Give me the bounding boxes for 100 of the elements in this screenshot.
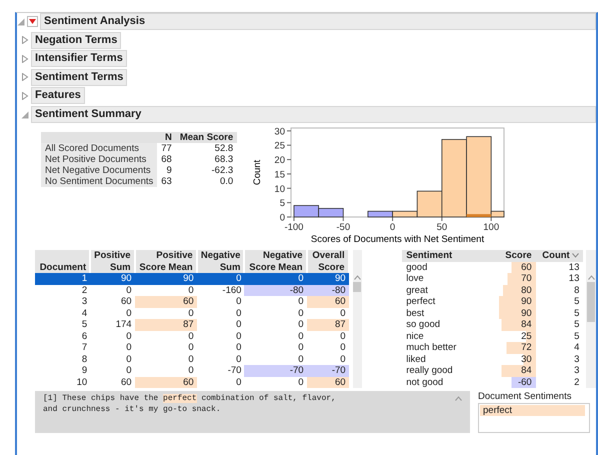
column-header[interactable]: Positive Score Mean [134, 250, 197, 273]
term-cell-text: love [405, 273, 425, 284]
table-cell: -70 [244, 365, 307, 376]
expand-icon[interactable] [21, 36, 29, 44]
table-cell: 77 [157, 143, 176, 154]
collapse-icon[interactable] [17, 18, 25, 26]
column-header[interactable]: Negative Sum [196, 250, 244, 273]
table-cell: 5 [536, 296, 584, 308]
report-title[interactable]: Sentiment Analysis [40, 13, 596, 30]
column-header[interactable]: Document [35, 250, 90, 273]
table-cell-text: 0 [297, 308, 305, 319]
table-cell: 52.8 [176, 143, 238, 154]
table-cell: 90 [134, 273, 197, 284]
caret-up-icon[interactable] [588, 275, 595, 280]
table-cell: -70 [306, 365, 349, 376]
row-label: No Sentiment Documents [41, 176, 158, 187]
table-cell-text: 0 [187, 354, 195, 365]
expand-icon[interactable] [21, 73, 29, 81]
tick-label: 0 [280, 212, 286, 224]
axis-label: Count [252, 160, 264, 186]
scrollbar[interactable] [586, 250, 596, 388]
table-row[interactable]: 10 60 60 0 0 60 [35, 376, 349, 388]
table-cell: 1 [35, 273, 90, 284]
table-cell-text: 6 [80, 330, 88, 342]
table-row[interactable]: 5 174 87 0 0 87 [35, 319, 349, 330]
table-cell: -160 [196, 284, 244, 296]
collapse-icon[interactable] [21, 110, 29, 118]
table-cell: 60 [306, 376, 349, 388]
table-cell-text: 0 [125, 330, 133, 342]
table-row[interactable]: 7 0 0 0 0 0 [35, 342, 349, 354]
table-row[interactable]: 4 0 0 0 0 0 [35, 308, 349, 319]
list-item[interactable]: perfect [480, 405, 585, 416]
scroll-thumb[interactable] [587, 282, 596, 322]
outline-header[interactable]: Intensifier Terms [31, 50, 127, 67]
term-cell-text: not good [405, 376, 444, 388]
tick-label: 50 [436, 222, 448, 233]
table-cell: -70 [196, 365, 244, 376]
scroll-thumb[interactable] [353, 282, 362, 292]
column-header[interactable]: Overall Score [306, 250, 349, 273]
table-cell-text: 0 [297, 342, 305, 354]
table-row[interactable]: 3 60 60 0 0 60 [35, 296, 349, 308]
table-cell: 0 [306, 330, 349, 342]
outline-header[interactable]: Negation Terms [31, 32, 122, 48]
table-cell-text: 68.3 [214, 154, 234, 165]
table-cell: 9 [157, 165, 176, 176]
table-cell: 0 [244, 376, 307, 388]
menu-icon[interactable] [27, 16, 38, 27]
table-cell: 0 [196, 376, 244, 388]
table-cell: 0 [134, 284, 197, 296]
panel-title: Document Sentiments [478, 391, 572, 402]
tick-label: 15 [274, 169, 286, 180]
expand-icon[interactable] [21, 54, 29, 62]
table-cell: 0 [244, 296, 307, 308]
table-row[interactable]: 8 0 0 0 0 0 [35, 354, 349, 365]
table-cell-text: -62.3 [210, 165, 234, 176]
expand-icon[interactable] [21, 92, 29, 100]
table-cell: 60 [134, 296, 197, 308]
table-cell: 60 [134, 376, 197, 388]
column-header[interactable]: Negative Score Mean [244, 250, 307, 273]
table-cell: 5 [536, 319, 584, 330]
table-cell: 0 [244, 273, 307, 284]
sort-icon[interactable] [572, 253, 580, 258]
column-header[interactable]: Count [536, 250, 584, 262]
caret-up-icon[interactable] [354, 275, 361, 280]
table-cell-text: 60 [120, 296, 133, 308]
histogram-bar [294, 205, 320, 218]
outline-header[interactable]: Sentiment Summary [31, 106, 596, 123]
table-cell-text: 0 [339, 342, 347, 354]
table-row[interactable]: 2 0 0 -160 -80 -80 [35, 284, 349, 296]
table-row[interactable]: 6 0 0 0 0 0 [35, 330, 349, 342]
table-cell-text: 10 [76, 376, 88, 388]
table-cell: 4 [536, 342, 584, 354]
table-cell: 87 [306, 319, 349, 330]
tick-label: -100 [284, 222, 304, 233]
term-cell-text: much better [405, 342, 458, 354]
term-cell: good [402, 262, 495, 273]
tick-label: 5 [280, 198, 286, 210]
histogram-bar [318, 208, 344, 218]
table-cell: 3 [536, 365, 584, 376]
table-cell: 0 [134, 330, 197, 342]
column-header[interactable]: Positive Sum [90, 250, 135, 273]
table-cell-text: 0 [125, 342, 133, 354]
term-cell-text: so good [405, 319, 442, 330]
tick-label: 25 [274, 140, 286, 152]
table-cell-text: 3 [80, 296, 88, 308]
column-header[interactable]: Score [494, 250, 536, 262]
table-cell: 0 [306, 308, 349, 319]
term-cell-text: best [405, 308, 426, 319]
table-cell: 13 [536, 273, 584, 284]
column-header[interactable]: Sentiment [402, 250, 495, 262]
table-cell: 63 [157, 176, 176, 187]
table-cell-text: 0.0 [218, 176, 234, 187]
caret-up-icon[interactable] [455, 396, 462, 401]
outline-header[interactable]: Features [31, 87, 85, 104]
table-row[interactable]: 9 0 0 -70 -70 -70 [35, 365, 349, 376]
tick-label: 30 [274, 126, 286, 138]
table-row[interactable]: 1 90 90 0 0 90 [35, 273, 349, 284]
term-cell-text: liked [405, 354, 427, 365]
scrollbar[interactable] [352, 250, 362, 388]
outline-header[interactable]: Sentiment Terms [31, 68, 128, 86]
